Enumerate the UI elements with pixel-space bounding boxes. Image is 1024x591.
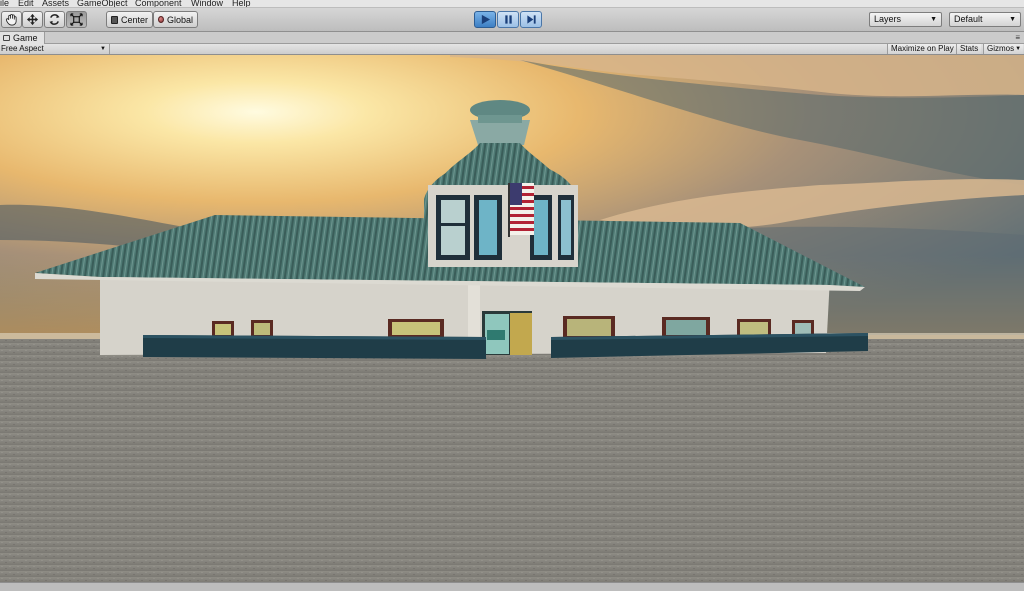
menu-assets[interactable]: Assets xyxy=(42,0,69,7)
game-view-toolbar: Free Aspect ▼ Maximize on Play Stats Giz… xyxy=(0,44,1024,55)
pause-icon xyxy=(504,15,512,24)
gizmos-dropdown[interactable]: Gizmos ▼ xyxy=(983,44,1024,54)
space-global-button[interactable]: Global xyxy=(153,11,198,28)
tab-game[interactable]: Game xyxy=(0,32,45,44)
gizmos-label: Gizmos xyxy=(987,44,1015,53)
step-button[interactable] xyxy=(520,11,542,28)
main-toolbar: Center Global Layers ▼ Default ▼ xyxy=(0,8,1024,32)
chevron-down-icon: ▼ xyxy=(930,16,937,23)
aspect-label: Free Aspect xyxy=(1,44,44,53)
menu-bar: ile Edit Assets GameObject Component Win… xyxy=(0,0,1024,8)
pause-button[interactable] xyxy=(497,11,519,28)
layout-label: Default xyxy=(954,14,983,24)
tab-menu-icon[interactable]: ≡ xyxy=(1015,33,1020,42)
scale-icon xyxy=(70,13,83,26)
chevron-down-icon: ▼ xyxy=(1009,16,1016,23)
view-tab-bar: Game ≡ xyxy=(0,32,1024,44)
layers-dropdown[interactable]: Layers ▼ xyxy=(869,12,942,27)
maximize-on-play-toggle[interactable]: Maximize on Play xyxy=(887,44,957,54)
rotate-tool-button[interactable] xyxy=(44,11,65,28)
entrance xyxy=(482,311,532,355)
game-viewport[interactable] xyxy=(0,55,1024,582)
scale-tool-button[interactable] xyxy=(66,11,87,28)
menu-window[interactable]: Window xyxy=(191,0,223,7)
menu-component[interactable]: Component xyxy=(135,0,182,7)
chevron-down-icon: ▼ xyxy=(1015,46,1022,52)
pivot-label: Center xyxy=(120,14,148,25)
pivot-icon xyxy=(111,15,118,24)
game-controller-icon xyxy=(3,35,10,41)
status-bar xyxy=(0,582,1024,591)
menu-help[interactable]: Help xyxy=(232,0,251,7)
play-icon xyxy=(481,14,490,25)
chevron-down-icon: ▼ xyxy=(100,46,106,52)
globe-icon xyxy=(158,16,164,23)
flag xyxy=(508,183,534,237)
move-tool-button[interactable] xyxy=(22,11,43,28)
hand-tool-button[interactable] xyxy=(1,11,22,28)
aspect-dropdown[interactable]: Free Aspect ▼ xyxy=(0,44,110,54)
tab-game-label: Game xyxy=(13,33,38,43)
stats-toggle[interactable]: Stats xyxy=(956,44,982,54)
move-icon xyxy=(26,13,39,26)
pivot-center-button[interactable]: Center xyxy=(106,11,153,28)
menu-gameobject[interactable]: GameObject xyxy=(77,0,128,7)
menu-file[interactable]: ile xyxy=(0,0,9,7)
rotate-icon xyxy=(49,14,60,25)
scene-render xyxy=(0,55,1024,582)
step-icon xyxy=(526,15,536,24)
menu-edit[interactable]: Edit xyxy=(18,0,34,7)
layers-label: Layers xyxy=(874,14,902,24)
play-button[interactable] xyxy=(474,11,496,28)
layout-dropdown[interactable]: Default ▼ xyxy=(949,12,1021,27)
hand-icon xyxy=(5,13,17,26)
space-label: Global xyxy=(166,14,193,25)
